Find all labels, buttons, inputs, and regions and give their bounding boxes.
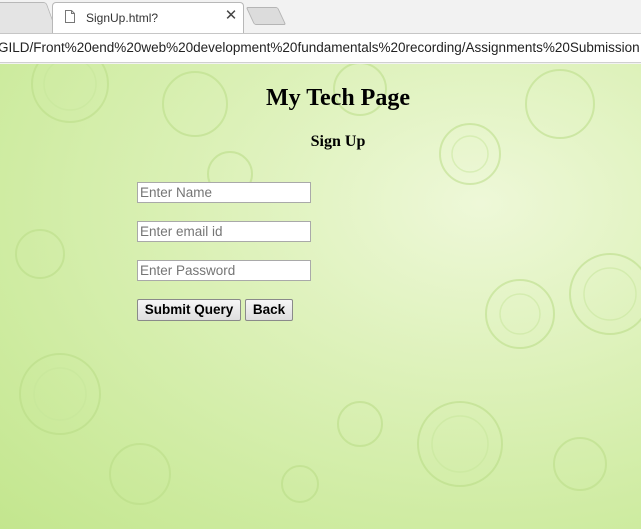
page-viewport: My Tech Page Sign Up Submit Query Back <box>0 64 641 529</box>
tab-signup-title: SignUp.html? <box>86 11 159 25</box>
tab-previous[interactable]: ssion ✕ <box>0 2 58 33</box>
name-field[interactable] <box>137 182 311 203</box>
new-tab-icon[interactable] <box>245 7 287 25</box>
close-icon[interactable]: ✕ <box>223 8 239 24</box>
tab-signup[interactable]: SignUp.html? ✕ <box>52 2 244 33</box>
page-subtitle: Sign Up <box>310 133 366 150</box>
browser-window: ssion ✕ SignUp.html? ✕ GILD/Front%20end%… <box>0 0 641 529</box>
url-text[interactable]: GILD/Front%20end%20web%20development%20f… <box>0 40 640 55</box>
document-icon <box>65 10 75 23</box>
page-title: My Tech Page <box>266 85 410 111</box>
tab-strip: ssion ✕ SignUp.html? ✕ <box>0 0 641 33</box>
password-field[interactable] <box>137 260 311 281</box>
back-button[interactable]: Back <box>245 299 293 321</box>
address-bar[interactable]: GILD/Front%20end%20web%20development%20f… <box>0 33 641 63</box>
submit-button[interactable]: Submit Query <box>137 299 241 321</box>
email-field[interactable] <box>137 221 311 242</box>
